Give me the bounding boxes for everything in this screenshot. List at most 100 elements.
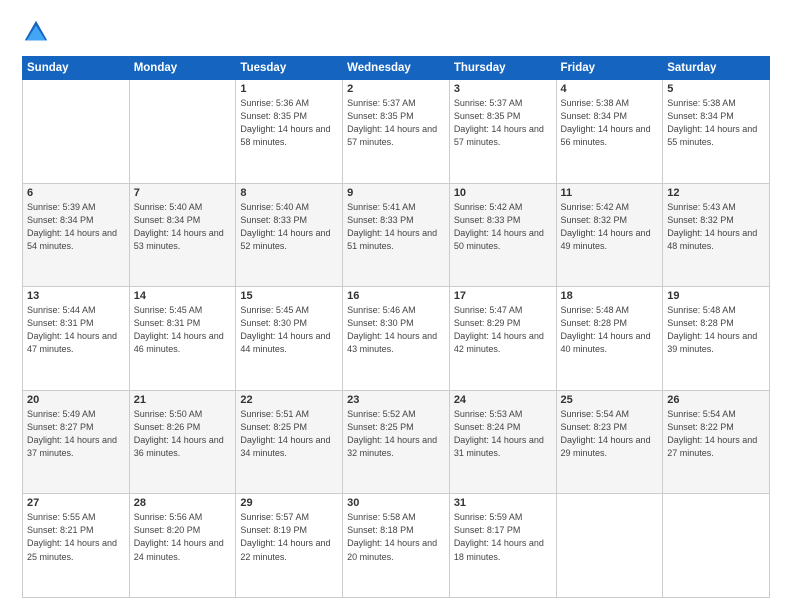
weekday-header-friday: Friday: [556, 57, 663, 80]
day-number: 16: [347, 290, 445, 302]
logo-icon: [22, 18, 50, 46]
day-number: 15: [240, 290, 338, 302]
day-number: 27: [27, 497, 125, 509]
calendar-cell: 27 Sunrise: 5:55 AMSunset: 8:21 PMDayligh…: [23, 494, 130, 598]
weekday-header-tuesday: Tuesday: [236, 57, 343, 80]
day-info: Sunrise: 5:59 AMSunset: 8:17 PMDaylight:…: [454, 511, 552, 563]
calendar-cell: 25Sunrise: 5:54 AMSunset: 8:23 PMDayligh…: [556, 390, 663, 494]
day-number: 26: [667, 394, 765, 406]
calendar-cell: 20 Sunrise: 5:49 AMSunset: 8:27 PMDayligh…: [23, 390, 130, 494]
day-number: 21: [134, 394, 232, 406]
calendar-cell: 1 Sunrise: 5:36 AMSunset: 8:35 PMDaylight…: [236, 80, 343, 184]
day-number: 18: [561, 290, 659, 302]
day-number: 5: [667, 83, 765, 95]
weekday-header-saturday: Saturday: [663, 57, 770, 80]
day-number: 2: [347, 83, 445, 95]
calendar-cell: 3Sunrise: 5:37 AMSunset: 8:35 PMDaylight…: [449, 80, 556, 184]
day-info: Sunrise: 5:45 AMSunset: 8:31 PMDaylight:…: [134, 304, 232, 356]
calendar-cell: 5 Sunrise: 5:38 AMSunset: 8:34 PMDaylight…: [663, 80, 770, 184]
day-number: 3: [454, 83, 552, 95]
day-info: Sunrise: 5:43 AMSunset: 8:32 PMDaylight:…: [667, 201, 765, 253]
calendar-cell: 18 Sunrise: 5:48 AMSunset: 8:28 PMDayligh…: [556, 287, 663, 391]
day-info: Sunrise: 5:46 AMSunset: 8:30 PMDaylight:…: [347, 304, 445, 356]
day-number: 20: [27, 394, 125, 406]
calendar-table: SundayMondayTuesdayWednesdayThursdayFrid…: [22, 56, 770, 598]
day-info: Sunrise: 5:57 AMSunset: 8:19 PMDaylight:…: [240, 511, 338, 563]
day-number: 30: [347, 497, 445, 509]
calendar-cell: 16 Sunrise: 5:46 AMSunset: 8:30 PMDayligh…: [343, 287, 450, 391]
day-info: Sunrise: 5:39 AMSunset: 8:34 PMDaylight:…: [27, 201, 125, 253]
calendar-cell: 14 Sunrise: 5:45 AMSunset: 8:31 PMDayligh…: [129, 287, 236, 391]
weekday-header-monday: Monday: [129, 57, 236, 80]
day-number: 17: [454, 290, 552, 302]
day-number: 7: [134, 187, 232, 199]
day-info: Sunrise: 5:54 AMSunset: 8:22 PMDaylight:…: [667, 408, 765, 460]
day-number: 23: [347, 394, 445, 406]
calendar-cell: 19 Sunrise: 5:48 AMSunset: 8:28 PMDayligh…: [663, 287, 770, 391]
day-number: 19: [667, 290, 765, 302]
week-row-2: 6 Sunrise: 5:39 AMSunset: 8:34 PMDaylight…: [23, 183, 770, 287]
calendar-cell: 17Sunrise: 5:47 AMSunset: 8:29 PMDayligh…: [449, 287, 556, 391]
day-info: Sunrise: 5:40 AMSunset: 8:34 PMDaylight:…: [134, 201, 232, 253]
weekday-header-row: SundayMondayTuesdayWednesdayThursdayFrid…: [23, 57, 770, 80]
weekday-header-sunday: Sunday: [23, 57, 130, 80]
day-number: 14: [134, 290, 232, 302]
calendar-cell: 30 Sunrise: 5:58 AMSunset: 8:18 PMDayligh…: [343, 494, 450, 598]
day-info: Sunrise: 5:56 AMSunset: 8:20 PMDaylight:…: [134, 511, 232, 563]
day-info: Sunrise: 5:45 AMSunset: 8:30 PMDaylight:…: [240, 304, 338, 356]
day-info: Sunrise: 5:37 AMSunset: 8:35 PMDaylight:…: [347, 97, 445, 149]
weekday-header-wednesday: Wednesday: [343, 57, 450, 80]
calendar-cell: [129, 80, 236, 184]
day-info: Sunrise: 5:42 AMSunset: 8:32 PMDaylight:…: [561, 201, 659, 253]
calendar-cell: 29 Sunrise: 5:57 AMSunset: 8:19 PMDayligh…: [236, 494, 343, 598]
day-number: 9: [347, 187, 445, 199]
calendar-cell: 31 Sunrise: 5:59 AMSunset: 8:17 PMDayligh…: [449, 494, 556, 598]
week-row-5: 27 Sunrise: 5:55 AMSunset: 8:21 PMDayligh…: [23, 494, 770, 598]
day-info: Sunrise: 5:52 AMSunset: 8:25 PMDaylight:…: [347, 408, 445, 460]
day-info: Sunrise: 5:49 AMSunset: 8:27 PMDaylight:…: [27, 408, 125, 460]
day-info: Sunrise: 5:48 AMSunset: 8:28 PMDaylight:…: [561, 304, 659, 356]
day-number: 24: [454, 394, 552, 406]
day-number: 1: [240, 83, 338, 95]
day-info: Sunrise: 5:58 AMSunset: 8:18 PMDaylight:…: [347, 511, 445, 563]
calendar-cell: 7 Sunrise: 5:40 AMSunset: 8:34 PMDaylight…: [129, 183, 236, 287]
day-info: Sunrise: 5:44 AMSunset: 8:31 PMDaylight:…: [27, 304, 125, 356]
calendar-cell: [556, 494, 663, 598]
calendar-cell: 9 Sunrise: 5:41 AMSunset: 8:33 PMDaylight…: [343, 183, 450, 287]
week-row-4: 20 Sunrise: 5:49 AMSunset: 8:27 PMDayligh…: [23, 390, 770, 494]
day-number: 11: [561, 187, 659, 199]
calendar-cell: 13Sunrise: 5:44 AMSunset: 8:31 PMDayligh…: [23, 287, 130, 391]
day-number: 8: [240, 187, 338, 199]
calendar-cell: [663, 494, 770, 598]
logo: [22, 18, 54, 46]
calendar-cell: 22Sunrise: 5:51 AMSunset: 8:25 PMDayligh…: [236, 390, 343, 494]
calendar-cell: 23 Sunrise: 5:52 AMSunset: 8:25 PMDayligh…: [343, 390, 450, 494]
day-number: 31: [454, 497, 552, 509]
calendar-cell: 2 Sunrise: 5:37 AMSunset: 8:35 PMDaylight…: [343, 80, 450, 184]
day-info: Sunrise: 5:48 AMSunset: 8:28 PMDaylight:…: [667, 304, 765, 356]
day-info: Sunrise: 5:50 AMSunset: 8:26 PMDaylight:…: [134, 408, 232, 460]
calendar-cell: 8Sunrise: 5:40 AMSunset: 8:33 PMDaylight…: [236, 183, 343, 287]
day-info: Sunrise: 5:55 AMSunset: 8:21 PMDaylight:…: [27, 511, 125, 563]
day-number: 22: [240, 394, 338, 406]
day-info: Sunrise: 5:36 AMSunset: 8:35 PMDaylight:…: [240, 97, 338, 149]
page: SundayMondayTuesdayWednesdayThursdayFrid…: [0, 0, 792, 612]
weekday-header-thursday: Thursday: [449, 57, 556, 80]
day-number: 10: [454, 187, 552, 199]
header: [22, 18, 770, 46]
calendar-cell: 26 Sunrise: 5:54 AMSunset: 8:22 PMDayligh…: [663, 390, 770, 494]
day-info: Sunrise: 5:53 AMSunset: 8:24 PMDaylight:…: [454, 408, 552, 460]
day-info: Sunrise: 5:38 AMSunset: 8:34 PMDaylight:…: [667, 97, 765, 149]
week-row-3: 13Sunrise: 5:44 AMSunset: 8:31 PMDayligh…: [23, 287, 770, 391]
day-number: 6: [27, 187, 125, 199]
calendar-cell: 12 Sunrise: 5:43 AMSunset: 8:32 PMDayligh…: [663, 183, 770, 287]
calendar-cell: 24 Sunrise: 5:53 AMSunset: 8:24 PMDayligh…: [449, 390, 556, 494]
day-number: 12: [667, 187, 765, 199]
day-number: 4: [561, 83, 659, 95]
calendar-cell: 11 Sunrise: 5:42 AMSunset: 8:32 PMDayligh…: [556, 183, 663, 287]
day-info: Sunrise: 5:41 AMSunset: 8:33 PMDaylight:…: [347, 201, 445, 253]
calendar-cell: 15 Sunrise: 5:45 AMSunset: 8:30 PMDayligh…: [236, 287, 343, 391]
day-number: 29: [240, 497, 338, 509]
calendar-cell: [23, 80, 130, 184]
week-row-1: 1 Sunrise: 5:36 AMSunset: 8:35 PMDaylight…: [23, 80, 770, 184]
